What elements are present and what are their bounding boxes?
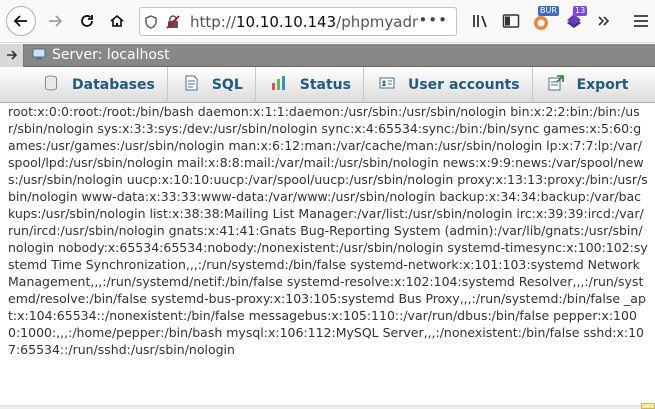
sql-icon	[182, 75, 200, 95]
tab-status-label: Status	[299, 76, 351, 93]
user-accounts-icon	[378, 76, 396, 94]
main-menu: Databases SQL Status User accounts Expor…	[0, 66, 655, 103]
status-chart-icon	[270, 75, 288, 95]
url-prefix: http://	[190, 12, 236, 31]
navigation-collapse-arrow-icon[interactable]	[0, 43, 24, 67]
url-bar[interactable]: http://10.10.10.143/phpmyadmin •••	[139, 7, 457, 36]
bur-badge: BUR	[538, 6, 559, 16]
overflow-chevron-icon[interactable]	[593, 10, 615, 32]
tab-export[interactable]: Export	[533, 67, 641, 103]
library-icon[interactable]	[470, 10, 492, 32]
server-breadcrumb-bar: Server: localhost	[0, 43, 655, 67]
export-icon	[547, 74, 565, 95]
console-resize-handle[interactable]	[641, 403, 655, 409]
tab-sql-label: SQL	[211, 76, 243, 93]
server-icon	[32, 48, 46, 63]
tab-sql[interactable]: SQL	[168, 66, 256, 103]
forward-arrow-icon[interactable]	[40, 6, 70, 36]
insecure-lock-icon[interactable]	[162, 11, 184, 33]
database-icon	[42, 75, 60, 95]
query-output-text: root:x:0:0:root:/root:/bin/bash daemon:x…	[8, 104, 648, 357]
burp-proxy-extension-icon[interactable]: BUR	[530, 6, 559, 32]
tab-export-label: Export	[576, 76, 629, 93]
home-icon[interactable]	[102, 6, 132, 36]
sidebar-icon[interactable]	[500, 10, 522, 32]
server-label[interactable]: Server: localhost	[52, 47, 170, 63]
page-actions-menu-button[interactable]: •••	[418, 11, 448, 29]
browser-toolbar: http://10.10.10.143/phpmyadmin ••• BUR 1…	[0, 0, 655, 43]
back-arrow-icon[interactable]	[6, 6, 36, 36]
shield-icon[interactable]	[140, 11, 162, 33]
extension-count-badge: 13	[573, 6, 588, 16]
tab-status[interactable]: Status	[256, 66, 364, 103]
hamburger-menu-icon[interactable]	[630, 10, 652, 32]
url-path: /phpmyadmin	[336, 12, 418, 31]
bottom-divider	[0, 405, 655, 409]
url-text[interactable]: http://10.10.10.143/phpmyadmin	[190, 13, 418, 31]
reload-icon[interactable]	[72, 6, 102, 36]
tab-user-accounts[interactable]: User accounts	[364, 66, 533, 103]
tab-databases[interactable]: Databases	[28, 66, 168, 103]
extension-icon[interactable]: 13	[563, 6, 588, 32]
tab-user-accounts-label: User accounts	[407, 76, 520, 93]
url-host: 10.10.10.143	[235, 12, 337, 31]
tab-databases-label: Databases	[72, 76, 155, 93]
